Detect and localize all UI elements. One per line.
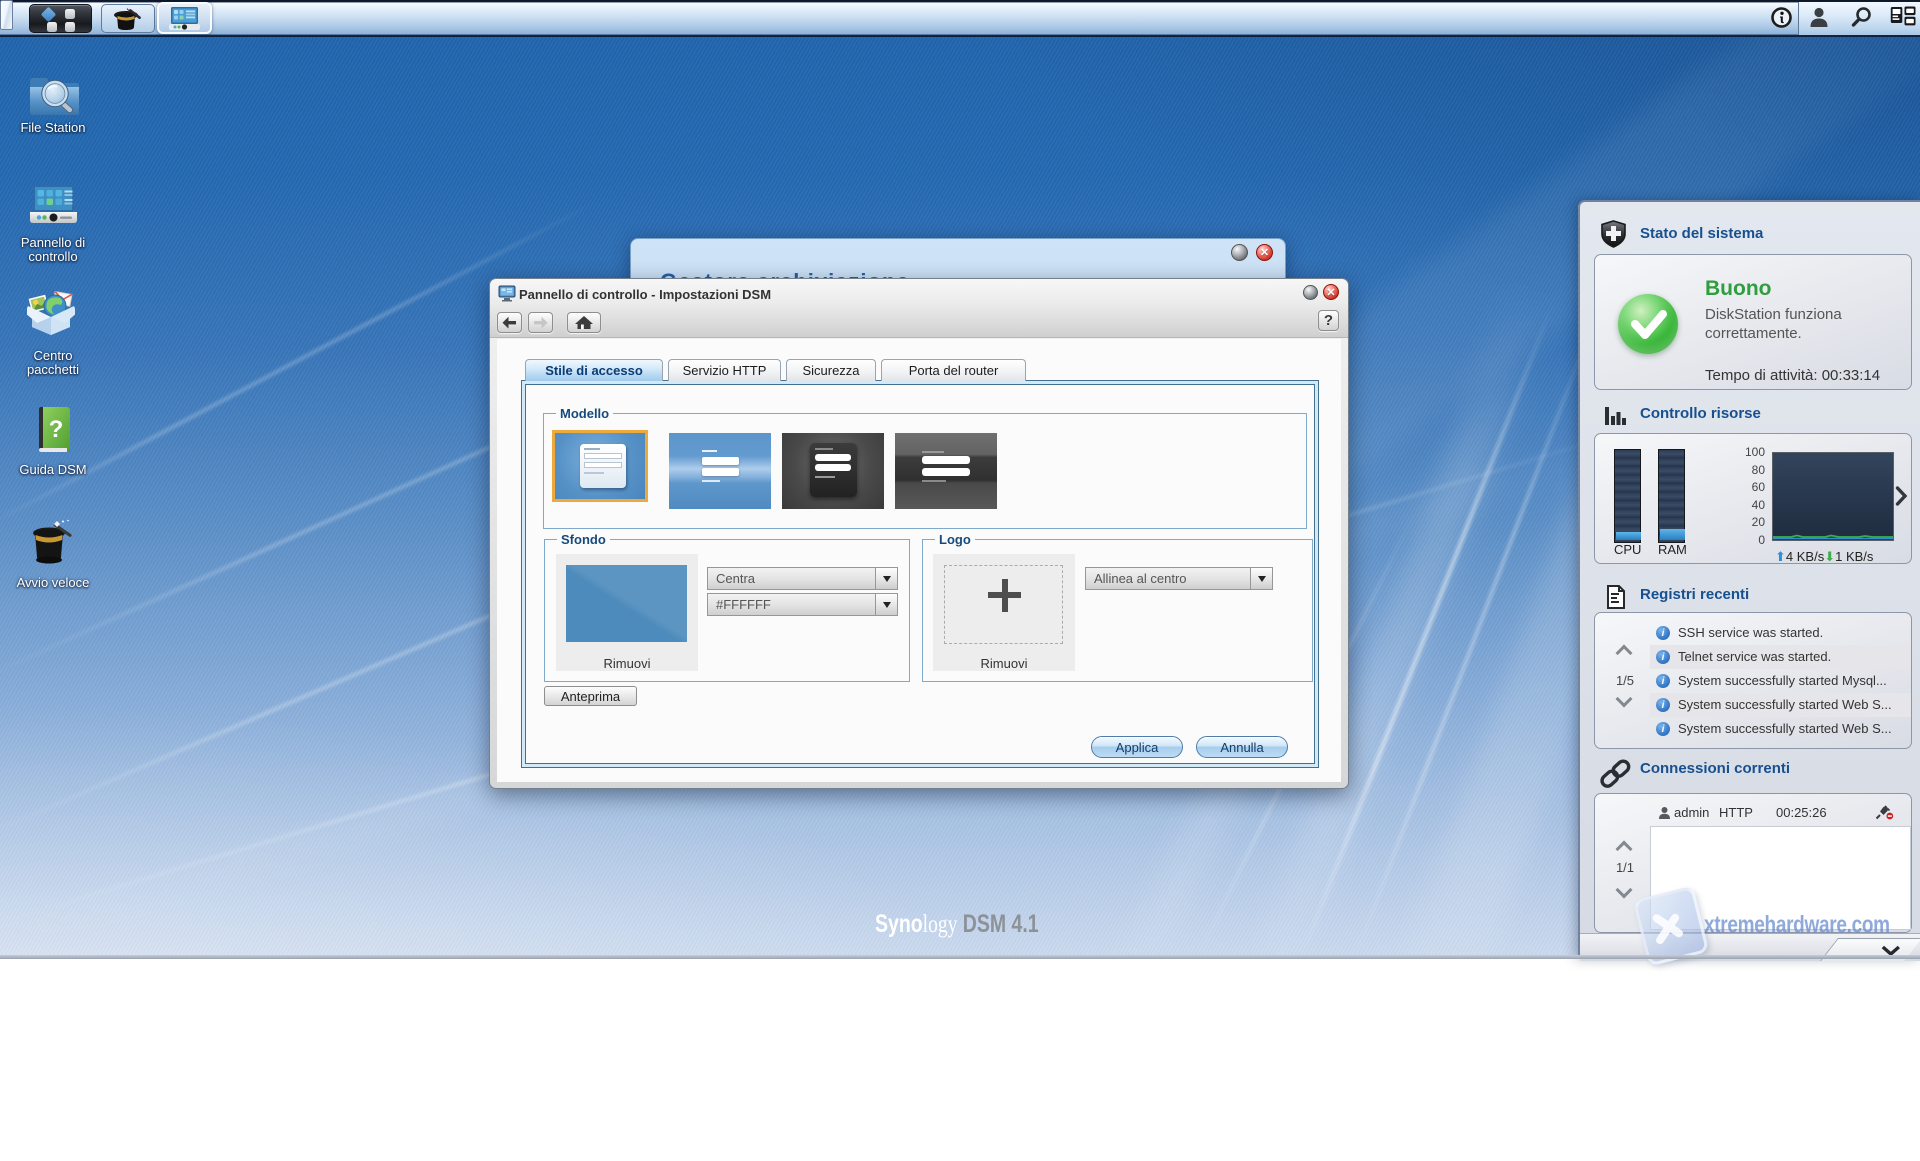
svg-text:?: ? (49, 416, 64, 443)
